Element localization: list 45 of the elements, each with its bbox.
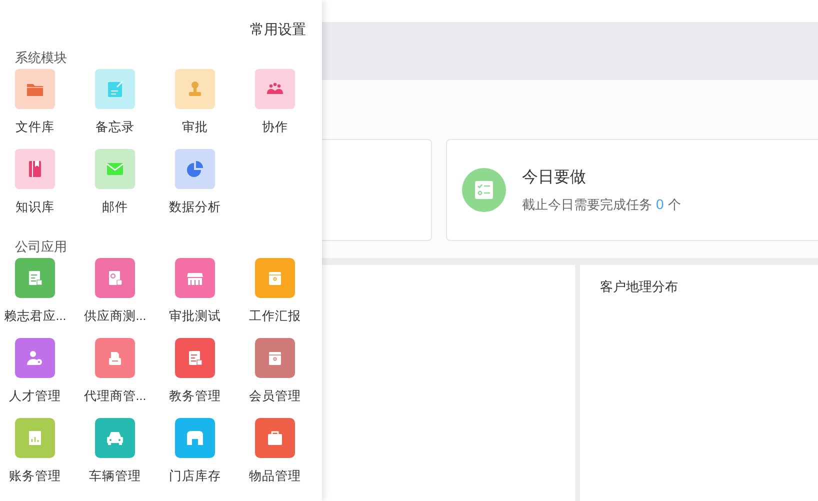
app-icon[interactable] [255,418,295,458]
app-icon[interactable] [175,338,215,378]
app-icon[interactable] [15,149,55,189]
panel-title: 客户地理分布 [600,278,679,296]
app-label: 车辆管理 [89,468,141,485]
app-label: 审批 [182,119,208,136]
app-label: 备忘录 [96,119,134,136]
section-title: 系统模块 [14,49,68,67]
app-label: 协作 [262,119,288,136]
app-icon[interactable] [15,69,55,109]
app-label: 教务管理 [169,388,221,405]
app-icon[interactable] [95,258,135,298]
app-icon[interactable] [175,418,215,458]
app-icon[interactable] [255,338,295,378]
app-label: 人才管理 [9,388,61,405]
app-icon[interactable] [15,418,55,458]
app-icon[interactable] [255,69,295,109]
card-subtitle: 个 [668,196,681,214]
app-label: 知识库 [16,199,54,216]
app-label: 审批测试 [169,308,221,325]
app-icon[interactable] [175,258,215,298]
app-icon[interactable] [95,338,135,378]
checklist-icon [462,168,506,212]
app-icon[interactable] [15,338,55,378]
app-icon[interactable] [175,69,215,109]
app-label: 代理商管... [84,388,146,405]
app-label: 工作汇报 [249,308,301,325]
app-label: 账务管理 [9,468,61,485]
app-label: 数据分析 [169,199,221,216]
app-icon[interactable] [95,418,135,458]
app-label: 物品管理 [249,468,301,485]
app-label: 门店库存 [169,468,221,485]
app-label: 会员管理 [249,388,301,405]
app-label: 邮件 [102,199,128,216]
app-label: 供应商测... [84,308,146,325]
app-icon[interactable] [15,258,55,298]
settings-link[interactable]: 常用设置 [250,19,306,40]
card-subtitle: 截止今日需要完成任务 [522,196,652,214]
app-icon[interactable] [255,258,295,298]
app-label: 文件库 [16,119,54,136]
app-icon[interactable] [175,149,215,189]
card-title: 今日要做 [522,168,587,188]
task-count: 0 [656,194,664,214]
section-title: 公司应用 [14,238,68,256]
app-label: 赖志君应... [4,308,66,325]
